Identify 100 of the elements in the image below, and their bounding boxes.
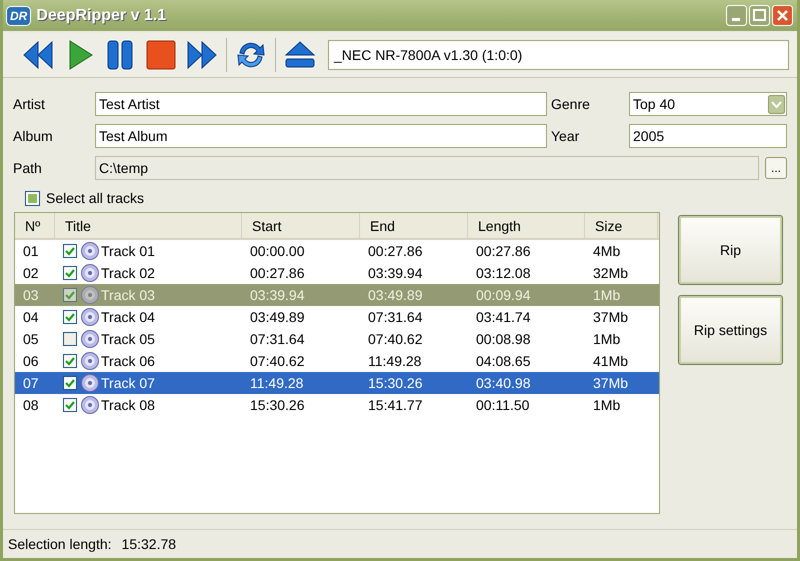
table-row[interactable]: 01 Track 01 00:00.00 00:27.86 00:27.86 4Mb	[15, 240, 659, 262]
checkbox[interactable]	[63, 310, 77, 324]
field-label: Artist	[13, 96, 46, 112]
checkbox[interactable]	[63, 288, 77, 302]
table-row[interactable]: 04 Track 04 03:49.89 07:31.64 03:41.74 37Mb	[15, 306, 659, 328]
disc-icon	[81, 396, 99, 414]
table-cell-text: 00:27.86	[249, 264, 306, 283]
table-cell-text: 37Mb	[592, 308, 630, 327]
table-cell-text: 11:49.28	[367, 352, 422, 371]
table-cell-text: 00:00.00	[249, 242, 306, 261]
checkbox[interactable]	[63, 376, 77, 390]
table-cell-text: 1Mb	[592, 396, 622, 415]
table-cell-text: 15:30.26	[249, 396, 306, 415]
disc-icon	[81, 242, 99, 260]
table-cell-text: 00:11.50	[475, 396, 530, 415]
table-cell-text: 07:40.62	[249, 352, 306, 371]
table-cell-text: 00:27.86	[475, 242, 532, 261]
minimize-icon[interactable]	[726, 5, 747, 26]
window-title: DeepRipper v 1.1	[36, 6, 168, 24]
column-header[interactable]: End	[360, 213, 468, 238]
checkbox[interactable]	[25, 190, 40, 206]
table-cell-text: 03:40.98	[475, 374, 532, 393]
disc-icon	[81, 308, 99, 326]
table-cell-text: 02	[22, 264, 40, 283]
table-row[interactable]: 08 Track 08 15:30.26 15:41.77 00:11.50 1Mb	[15, 394, 659, 416]
status-value: 15:32.78	[122, 536, 176, 552]
disc-icon	[81, 374, 99, 392]
field-label: Album	[13, 128, 54, 144]
column-header[interactable]: Start	[242, 213, 360, 238]
checkbox[interactable]	[63, 244, 77, 258]
drive-field[interactable]: _NEC NR-7800A v1.30 (1:0:0)	[328, 40, 789, 70]
table-cell-text: 03:41.74	[475, 308, 532, 327]
table-cell-text: 07:31.64	[249, 330, 306, 349]
fast-forward-icon[interactable]	[185, 38, 219, 72]
table-cell: Track 02	[101, 265, 155, 281]
table-cell-text: 03	[22, 286, 40, 305]
table-cell: Track 04	[101, 309, 155, 325]
table-cell-text: 08	[22, 396, 40, 415]
table-cell-text: 00:09.94	[475, 286, 532, 305]
table-cell: Track 07	[101, 375, 155, 391]
column-header[interactable]: Length	[468, 213, 585, 238]
rewind-icon[interactable]	[21, 38, 55, 72]
settings-button[interactable]: Rip settings	[678, 295, 783, 365]
checkbox-label: Select all tracks	[46, 190, 144, 206]
table-cell-text: 37Mb	[592, 374, 630, 393]
table-cell-text: 11:49.28	[249, 374, 304, 393]
table-cell-text: 00:27.86	[367, 242, 424, 261]
table-cell-text: 32Mb	[592, 264, 630, 283]
table-row[interactable]: 06 Track 06 07:40.62 11:49.28 04:08.65 41Mb	[15, 350, 659, 372]
table-row[interactable]: 05 Track 05 07:31.64 07:40.62 00:08.98 1Mb	[15, 328, 659, 350]
field-label: Path	[13, 160, 43, 176]
status-label: Selection length:	[8, 536, 112, 552]
column-header[interactable]: Size	[585, 213, 658, 238]
checkbox[interactable]	[63, 266, 77, 280]
stop-icon[interactable]	[144, 38, 178, 72]
table-row[interactable]: 02 Track 02 00:27.86 03:39.94 03:12.08 32Mb	[15, 262, 659, 284]
table-cell-text: 03:49.89	[249, 308, 306, 327]
rip-button[interactable]: Rip	[678, 215, 783, 285]
table-cell-text: 4Mb	[592, 242, 622, 261]
artist-field[interactable]: Test Artist	[95, 92, 547, 116]
table-cell-text: 03:12.08	[475, 264, 532, 283]
column-header[interactable]: Title	[55, 213, 242, 238]
table-row[interactable]: 07 Track 07 11:49.28 15:30.26 03:40.98 37Mb	[15, 372, 659, 394]
maximize-icon[interactable]	[749, 5, 770, 26]
table-cell: Track 01	[101, 243, 155, 259]
table-cell-text: 04	[22, 308, 40, 327]
checkbox[interactable]	[63, 354, 77, 368]
table-cell-text: 15:41.77	[367, 396, 424, 415]
app-logo: DR	[6, 6, 32, 26]
table-cell: Track 03	[101, 287, 155, 303]
table-cell-text: 05	[22, 330, 40, 349]
album-field[interactable]: Test Album	[95, 124, 547, 148]
field-label: Year	[551, 128, 580, 144]
genre-dropdown[interactable]: Top 40	[629, 92, 787, 116]
table-cell: Track 06	[101, 353, 155, 369]
table-cell-text: 07:31.64	[367, 308, 424, 327]
year-field[interactable]: 2005	[629, 124, 787, 148]
table-cell-text: 04:08.65	[475, 352, 532, 371]
table-cell-text: 1Mb	[592, 330, 622, 349]
checkbox[interactable]	[63, 398, 77, 412]
disc-icon	[81, 352, 99, 370]
table-cell-text: 07:40.62	[367, 330, 424, 349]
table-cell-text: 15:30.26	[367, 374, 424, 393]
table-cell-text: 06	[22, 352, 40, 371]
table-cell-text: 00:08.98	[475, 330, 532, 349]
disc-icon	[81, 286, 99, 304]
disc-icon	[81, 264, 99, 282]
column-header[interactable]: Nº	[15, 213, 55, 238]
table-cell-text: 01	[22, 242, 40, 261]
browse-button[interactable]: ...	[765, 157, 787, 179]
table-cell-text: 03:39.94	[249, 286, 306, 305]
table-cell-text: 03:39.94	[367, 264, 424, 283]
close-icon[interactable]	[772, 5, 793, 26]
field-label: Genre	[551, 96, 591, 112]
table-cell: Track 05	[101, 331, 155, 347]
disc-icon	[81, 330, 99, 348]
path-field[interactable]: C:\temp	[95, 156, 759, 180]
checkbox[interactable]	[63, 332, 77, 346]
table-cell-text: 1Mb	[592, 286, 622, 305]
table-cell-text: 07	[22, 374, 40, 393]
